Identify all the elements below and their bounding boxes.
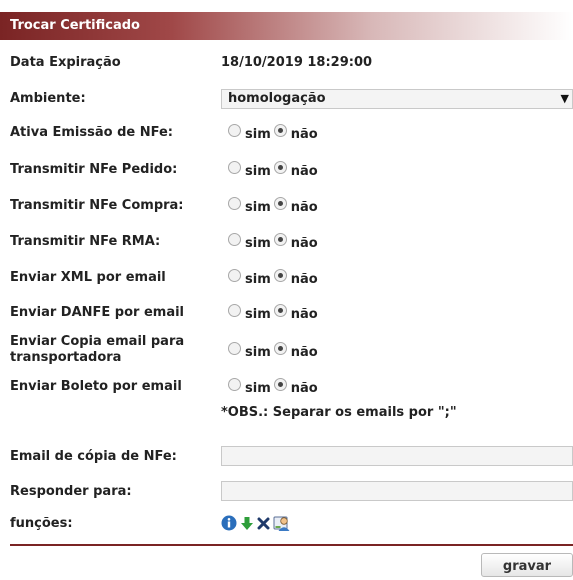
email-copy-input[interactable] — [221, 446, 573, 466]
setting-label: Enviar Copia email para transportadora — [10, 334, 185, 365]
radio-nao[interactable] — [273, 161, 287, 174]
setting-radio-group: sim não — [228, 303, 321, 322]
email-copy-label: Email de cópia de NFe: — [10, 449, 177, 464]
radio-label-sim: sim — [245, 164, 271, 179]
reply-to-label: Responder para: — [10, 484, 132, 499]
radio-sim[interactable] — [228, 304, 241, 317]
radio-sim[interactable] — [228, 197, 241, 210]
info-icon[interactable] — [221, 515, 237, 535]
setting-radio-group: sim não — [228, 268, 321, 287]
radio-label-sim: sim — [245, 307, 271, 322]
dropdown-arrow-icon: ▼ — [560, 92, 569, 105]
section-header: Trocar Certificado — [0, 12, 573, 40]
setting-label: Enviar Boleto por email — [10, 379, 182, 394]
expiration-label: Data Expiração — [10, 55, 121, 70]
footer-divider — [10, 544, 573, 546]
radio-label-sim: sim — [245, 345, 271, 360]
radio-nao[interactable] — [273, 269, 287, 282]
radio-label-sim: sim — [245, 236, 271, 251]
radio-sim[interactable] — [228, 378, 241, 391]
radio-nao[interactable] — [273, 124, 287, 137]
setting-radio-group: sim não — [228, 377, 321, 396]
radio-nao[interactable] — [273, 378, 287, 391]
expiration-value: 18/10/2019 18:29:00 — [221, 55, 373, 70]
setting-label: Transmitir NFe Compra: — [10, 198, 184, 213]
radio-label-nao: não — [290, 200, 318, 215]
functions-icons — [221, 514, 294, 536]
setting-radio-group: sim não — [228, 160, 321, 179]
radio-sim[interactable] — [228, 161, 241, 174]
radio-nao[interactable] — [273, 233, 287, 246]
functions-label: funções: — [10, 516, 73, 531]
radio-nao[interactable] — [273, 304, 287, 317]
radio-label-nao: não — [290, 381, 318, 396]
radio-sim[interactable] — [228, 269, 241, 282]
radio-label-nao: não — [290, 236, 318, 251]
radio-sim[interactable] — [228, 124, 241, 137]
radio-nao[interactable] — [273, 197, 287, 210]
setting-label: Enviar XML por email — [10, 270, 166, 285]
radio-label-nao: não — [290, 272, 318, 287]
setting-label: Enviar DANFE por email — [10, 305, 185, 320]
radio-label-sim: sim — [245, 127, 271, 142]
radio-label-sim: sim — [245, 272, 271, 287]
ambiente-select[interactable]: homologação ▼ — [221, 89, 573, 109]
obs-note: *OBS.: Separar os emails por ";" — [221, 405, 457, 420]
setting-radio-group: sim não — [228, 341, 321, 360]
setting-radio-group: sim não — [228, 232, 321, 251]
section-title: Trocar Certificado — [10, 18, 140, 33]
setting-label: Transmitir NFe RMA: — [10, 234, 161, 249]
setting-radio-group: sim não — [228, 123, 321, 142]
save-button[interactable]: gravar — [481, 553, 573, 577]
radio-label-sim: sim — [245, 381, 271, 396]
radio-sim[interactable] — [228, 233, 241, 246]
setting-radio-group: sim não — [228, 196, 321, 215]
radio-sim[interactable] — [228, 342, 241, 355]
radio-label-nao: não — [290, 127, 318, 142]
download-arrow-icon[interactable] — [240, 515, 254, 535]
setting-label: Transmitir NFe Pedido: — [10, 162, 178, 177]
radio-label-nao: não — [290, 345, 318, 360]
ambiente-label: Ambiente: — [10, 91, 86, 106]
radio-label-nao: não — [290, 307, 318, 322]
reply-to-input[interactable] — [221, 481, 573, 501]
radio-nao[interactable] — [273, 342, 287, 355]
user-certificate-icon[interactable] — [273, 514, 291, 536]
radio-label-nao: não — [290, 164, 318, 179]
radio-label-sim: sim — [245, 200, 271, 215]
delete-x-icon[interactable] — [257, 517, 270, 534]
setting-label: Ativa Emissão de NFe: — [10, 125, 173, 140]
ambiente-selected-value: homologação — [228, 91, 326, 106]
